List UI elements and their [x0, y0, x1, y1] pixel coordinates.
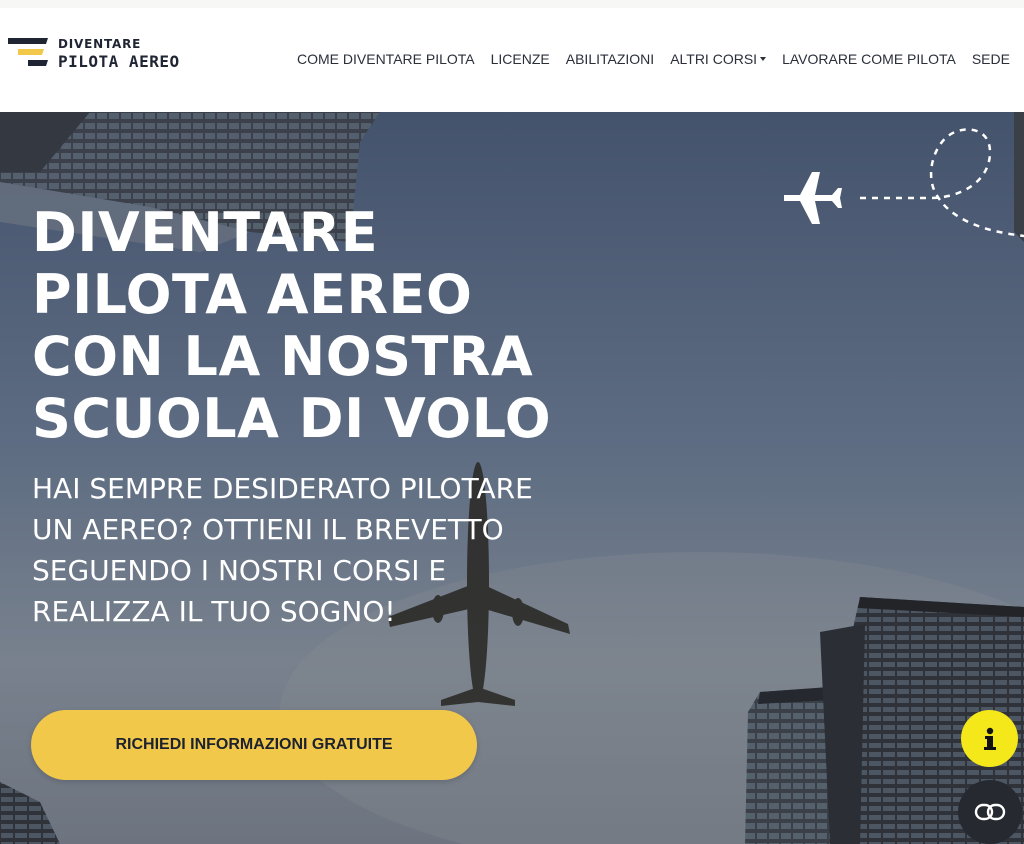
request-info-button[interactable]: RICHIEDI INFORMAZIONI GRATUITE — [31, 710, 477, 780]
hero-subtitle-line: SEGUENDO I NOSTRI CORSI E — [32, 554, 447, 587]
site-header: DIVENTARE PILOTA AEREO COME DIVENTARE PI… — [0, 0, 1024, 112]
hero-subtitle-line: UN AEREO? OTTIENI IL BREVETTO — [32, 513, 504, 546]
nav-item-altri-corsi[interactable]: ALTRI CORSI — [670, 51, 767, 67]
nav-item-licenze[interactable]: LICENZE — [491, 51, 550, 67]
main-nav: COME DIVENTARE PILOTA LICENZE ABILITAZIO… — [297, 49, 1010, 69]
info-icon — [983, 727, 996, 750]
logo-text-bottom: PILOTA AEREO — [58, 52, 180, 71]
nav-item-sede[interactable]: SEDE — [972, 51, 1010, 67]
nav-item-lavorare-come-pilota[interactable]: LAVORARE COME PILOTA — [782, 51, 956, 67]
nav-item-label: LAVORARE COME PILOTA — [782, 51, 956, 67]
nav-item-label: LICENZE — [490, 51, 550, 67]
nav-item-label: COME DIVENTARE PILOTA — [297, 51, 475, 67]
hero-subtitle-line: REALIZZA IL TUO SOGNO! — [32, 595, 396, 628]
cookie-settings-icon — [974, 803, 1006, 821]
nav-item-come-diventare-pilota[interactable]: COME DIVENTARE PILOTA — [297, 51, 475, 67]
hero-title-line: PILOTA AEREO — [32, 263, 473, 326]
site-logo[interactable]: DIVENTARE PILOTA AEREO — [8, 36, 198, 76]
nav-item-label: SEDE — [971, 51, 1010, 67]
hero-title-line: CON LA NOSTRA — [32, 325, 534, 388]
hero-section: DIVENTARE PILOTA AEREO CON LA NOSTRA SCU… — [0, 112, 1024, 844]
hero-subtitle-line: HAI SEMPRE DESIDERATO PILOTARE — [32, 472, 533, 505]
hero-title-line: DIVENTARE — [32, 201, 379, 264]
nav-item-abilitazioni[interactable]: ABILITAZIONI — [566, 51, 654, 67]
info-widget-button[interactable] — [961, 710, 1018, 767]
caret-down-icon — [760, 57, 767, 61]
nav-item-label: ALTRI CORSI — [670, 51, 758, 67]
logo-text-top: DIVENTARE — [58, 37, 142, 51]
nav-item-label: ABILITAZIONI — [565, 51, 655, 67]
hero-title-line: SCUOLA DI VOLO — [32, 387, 552, 450]
hero-title: DIVENTARE PILOTA AEREO CON LA NOSTRA SCU… — [32, 202, 672, 450]
header-top-strip — [0, 0, 1024, 8]
cookie-settings-button[interactable] — [958, 780, 1022, 844]
hero-subtitle: HAI SEMPRE DESIDERATO PILOTARE UN AEREO?… — [32, 468, 672, 632]
logo-wings-icon — [8, 38, 48, 66]
